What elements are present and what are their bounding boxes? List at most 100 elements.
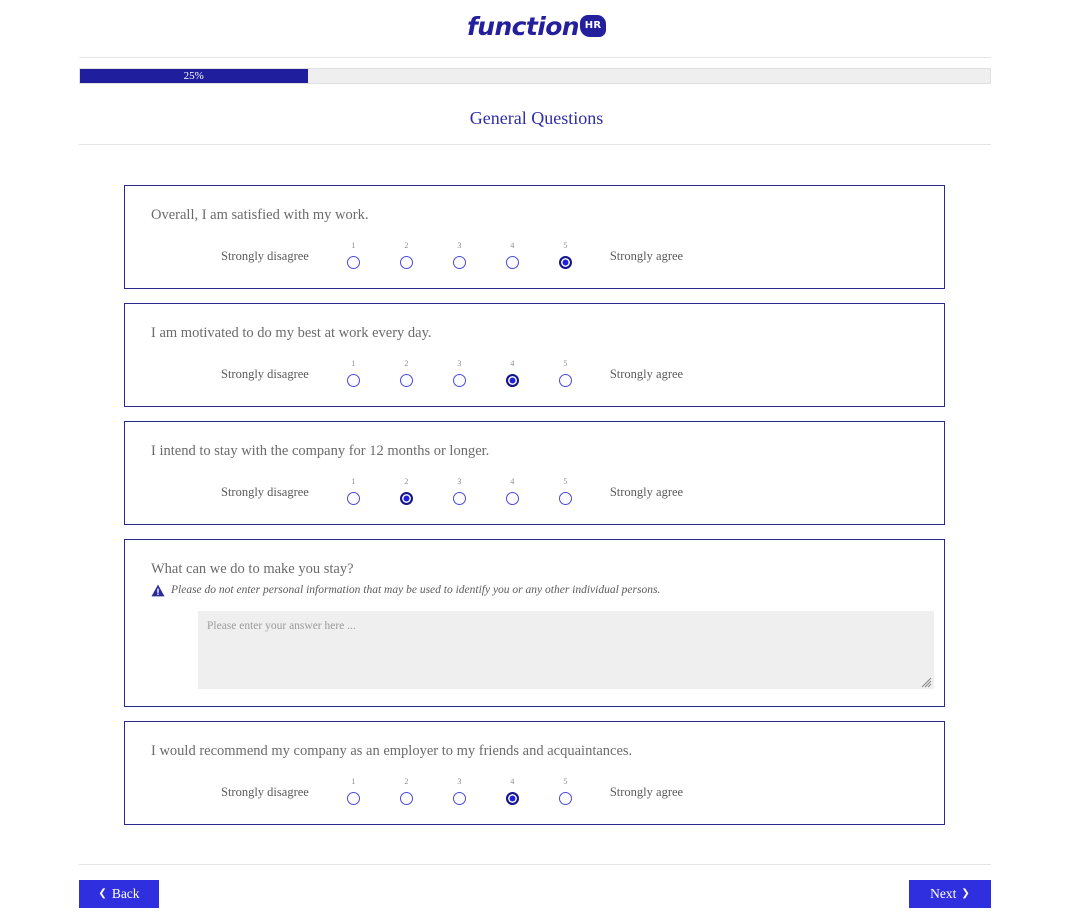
question-text: I would recommend my company as an emplo… (151, 743, 633, 759)
likert-option-number: 5 (563, 476, 568, 486)
likert-option-2[interactable]: 2 (380, 240, 433, 269)
likert-option-4[interactable]: 4 (486, 776, 539, 805)
back-button[interactable]: ❮ Back (79, 880, 159, 908)
radio-q3-1[interactable] (346, 491, 360, 505)
likert-option-5[interactable]: 5 (539, 776, 592, 805)
scale-left-label: Strongly disagree (221, 484, 309, 499)
likert-option-3[interactable]: 3 (433, 476, 486, 505)
likert-option-number: 2 (404, 776, 409, 786)
likert-option-number: 4 (510, 240, 515, 250)
question-card-q3: I intend to stay with the company for 12… (124, 421, 945, 525)
likert-option-number: 4 (510, 776, 515, 786)
likert-option-2[interactable]: 2 (380, 476, 433, 505)
likert-option-number: 3 (457, 476, 462, 486)
question-card-q2: I am motivated to do my best at work eve… (124, 303, 945, 407)
warning-triangle-icon (151, 584, 165, 597)
likert-option-number: 1 (351, 240, 356, 250)
question-card-q1: Overall, I am satisfied with my work. St… (124, 185, 945, 289)
question-list: Overall, I am satisfied with my work. St… (124, 185, 945, 839)
likert-option-number: 1 (351, 358, 356, 368)
radio-q1-1[interactable] (346, 255, 360, 269)
radio-q1-2[interactable] (399, 255, 413, 269)
radio-q1-4[interactable] (505, 255, 519, 269)
progress-bar-fill: 25% (80, 69, 308, 83)
radio-q5-1[interactable] (346, 791, 360, 805)
likert-options: 1 2 3 4 5 (327, 476, 592, 505)
question-text: I intend to stay with the company for 12… (151, 443, 490, 459)
likert-option-number: 2 (404, 358, 409, 368)
radio-q2-4[interactable] (505, 373, 519, 387)
radio-q2-3[interactable] (452, 373, 466, 387)
logo-hr-badge-label: HR (584, 20, 602, 31)
chevron-left-icon: ❮ (98, 888, 107, 899)
likert-option-2[interactable]: 2 (380, 358, 433, 387)
likert-options: 1 2 3 4 5 (327, 240, 592, 269)
likert-options: 1 2 3 4 5 (327, 776, 592, 805)
logo-hr-badge: HR (580, 15, 606, 37)
likert-option-5[interactable]: 5 (539, 476, 592, 505)
textarea-resize-handle[interactable] (920, 675, 932, 688)
likert-option-1[interactable]: 1 (327, 477, 380, 505)
functionhr-logo[interactable]: function HR (467, 11, 606, 41)
likert-option-5[interactable]: 5 (539, 241, 592, 269)
likert-option-number: 2 (404, 240, 409, 250)
likert-scale-q3: Strongly disagree 1 2 3 4 5 Strongly agr… (151, 476, 918, 505)
radio-q5-2[interactable] (399, 791, 413, 805)
radio-q1-3[interactable] (452, 255, 466, 269)
divider-footer (79, 864, 991, 865)
divider-top (79, 57, 991, 58)
radio-q5-3[interactable] (452, 791, 466, 805)
likert-option-1[interactable]: 1 (327, 777, 380, 805)
scale-right-label: Strongly agree (609, 248, 684, 263)
question-text: What can we do to make you stay? (151, 561, 354, 577)
progress-bar: 25% (79, 68, 991, 84)
likert-option-number: 5 (563, 776, 568, 786)
radio-q2-5[interactable] (558, 373, 572, 387)
likert-scale-q5: Strongly disagree 1 2 3 4 5 Strongly agr… (151, 776, 918, 805)
likert-option-2[interactable]: 2 (380, 776, 433, 805)
likert-option-number: 4 (510, 476, 515, 486)
scale-left-label: Strongly disagree (221, 248, 309, 263)
likert-option-1[interactable]: 1 (327, 240, 380, 269)
likert-option-4[interactable]: 4 (486, 476, 539, 505)
radio-q5-4[interactable] (505, 791, 519, 805)
likert-option-3[interactable]: 3 (433, 359, 486, 387)
radio-q1-5[interactable] (558, 255, 572, 269)
likert-option-1[interactable]: 1 (327, 358, 380, 387)
back-button-label: Back (111, 886, 140, 901)
scale-right-label: Strongly agree (609, 484, 684, 499)
likert-option-number: 4 (510, 358, 515, 368)
scale-left-label: Strongly disagree (221, 366, 309, 381)
likert-option-5[interactable]: 5 (539, 358, 592, 387)
likert-option-number: 5 (563, 358, 568, 368)
survey-page: function HR 25% General Questions Overal… (0, 0, 1073, 920)
scale-right-label: Strongly agree (609, 784, 684, 799)
likert-option-4[interactable]: 4 (486, 240, 539, 269)
likert-option-3[interactable]: 3 (433, 241, 486, 269)
privacy-warning-text: Please do not enter personal information… (171, 584, 661, 597)
radio-q3-2[interactable] (399, 491, 413, 505)
likert-options: 1 2 3 4 5 (327, 358, 592, 387)
progress-percent-label: 25% (183, 69, 204, 82)
radio-q3-4[interactable] (505, 491, 519, 505)
next-button[interactable]: Next ❯ (909, 880, 991, 908)
divider-below-title (79, 144, 991, 145)
question-card-q4: What can we do to make you stay? Please … (124, 539, 945, 707)
answer-textarea[interactable]: Please enter your answer here ... (198, 610, 934, 689)
radio-q3-5[interactable] (558, 491, 572, 505)
likert-scale-q2: Strongly disagree 1 2 3 4 5 Strongly agr… (151, 358, 918, 387)
radio-q2-2[interactable] (399, 373, 413, 387)
radio-q5-5[interactable] (558, 791, 572, 805)
chevron-right-icon: ❯ (961, 888, 970, 899)
likert-option-number: 3 (457, 776, 462, 786)
likert-option-4[interactable]: 4 (486, 358, 539, 387)
likert-option-3[interactable]: 3 (433, 776, 486, 805)
scale-right-label: Strongly agree (609, 366, 684, 381)
radio-q3-3[interactable] (452, 491, 466, 505)
radio-q2-1[interactable] (346, 373, 360, 387)
likert-option-number: 2 (404, 476, 409, 486)
scale-left-label: Strongly disagree (221, 784, 309, 799)
next-button-label: Next (930, 886, 957, 901)
page-title: General Questions (469, 108, 604, 128)
answer-placeholder: Please enter your answer here ... (207, 619, 356, 632)
